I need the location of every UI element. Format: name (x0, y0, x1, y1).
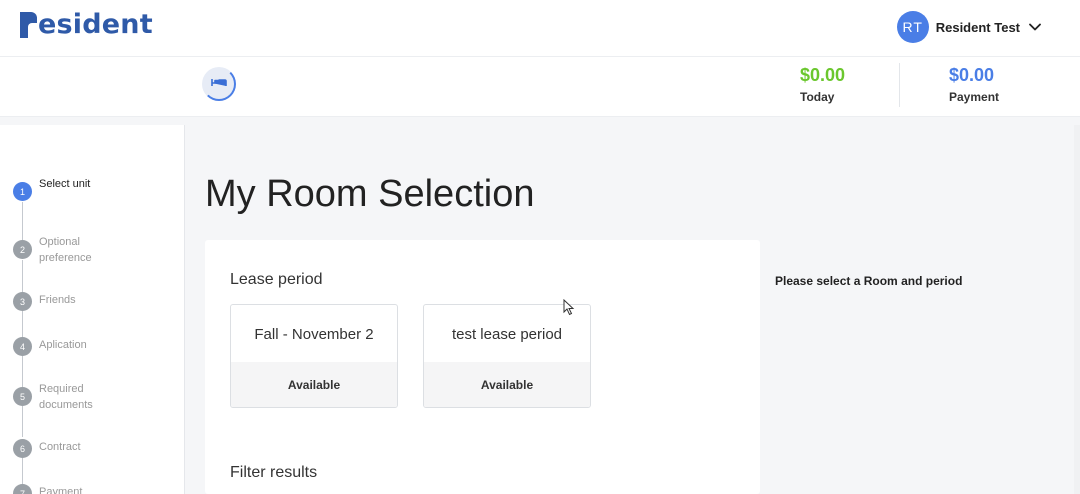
step-application[interactable]: 4 Aplication (13, 331, 109, 356)
mouse-pointer-icon (563, 298, 575, 321)
resident-logo[interactable]: esident (20, 9, 153, 40)
page-title: My Room Selection (205, 173, 535, 215)
user-menu[interactable]: RT Resident Test (896, 11, 1042, 43)
step-select-unit[interactable]: 1 Select unit (13, 176, 109, 201)
step-label: Required documents (39, 383, 93, 411)
step-optional-preference[interactable]: 2 Optional preference (13, 234, 109, 266)
user-name[interactable]: Resident Test (936, 20, 1020, 35)
lease-status: Available (424, 362, 590, 407)
step-number: 1 (13, 182, 32, 201)
avatar[interactable]: RT (896, 11, 929, 43)
step-label: Aplication (39, 339, 87, 351)
step-number: 4 (13, 337, 32, 356)
step-number: 7 (13, 484, 32, 494)
summary-divider (899, 63, 900, 107)
payment-label: Payment (949, 90, 1000, 104)
payment-total: $0.00 Payment (949, 65, 999, 104)
lease-option[interactable]: Fall - November 2 Available (230, 304, 398, 408)
step-payment[interactable]: 7 Payment (13, 478, 109, 494)
step-contract[interactable]: 6 Contract (13, 433, 109, 458)
today-label: Today (800, 90, 835, 104)
step-number: 6 (13, 439, 32, 458)
step-number: 5 (13, 387, 32, 406)
selection-notice: Please select a Room and period (775, 274, 963, 288)
logo-r-mark (20, 11, 37, 38)
top-bar: esident RT Resident Test (0, 0, 1080, 57)
today-amount: $0.00 (800, 65, 846, 85)
summary-bar: $0.00 Today $0.00 Payment (0, 57, 1080, 117)
lease-period-heading: Lease period (230, 271, 323, 288)
filter-results-heading: Filter results (230, 464, 318, 481)
step-label: Payment (39, 486, 83, 494)
step-label: Optional preference (39, 236, 92, 264)
step-number: 3 (13, 292, 32, 311)
step-label: Contract (39, 441, 81, 453)
step-label: Select unit (39, 178, 91, 190)
progress-ring (202, 67, 236, 101)
today-total: $0.00 Today (800, 65, 845, 104)
lease-status: Available (231, 362, 397, 407)
steps-sidebar: 1 Select unit 2 Optional preference 3 Fr… (0, 125, 185, 494)
step-label: Friends (39, 294, 76, 306)
chevron-down-icon[interactable] (1029, 21, 1042, 34)
bed-icon (211, 75, 227, 93)
step-friends[interactable]: 3 Friends (13, 286, 109, 311)
logo-text: esident (38, 9, 153, 40)
lease-name: Fall - November 2 (254, 325, 374, 343)
scrollbar[interactable] (1074, 125, 1080, 494)
step-number: 2 (13, 240, 32, 259)
payment-amount: $0.00 (949, 65, 995, 85)
room-selection-card: Lease period Fall - November 2 Available… (205, 240, 760, 494)
step-required-documents[interactable]: 5 Required documents (13, 381, 109, 413)
